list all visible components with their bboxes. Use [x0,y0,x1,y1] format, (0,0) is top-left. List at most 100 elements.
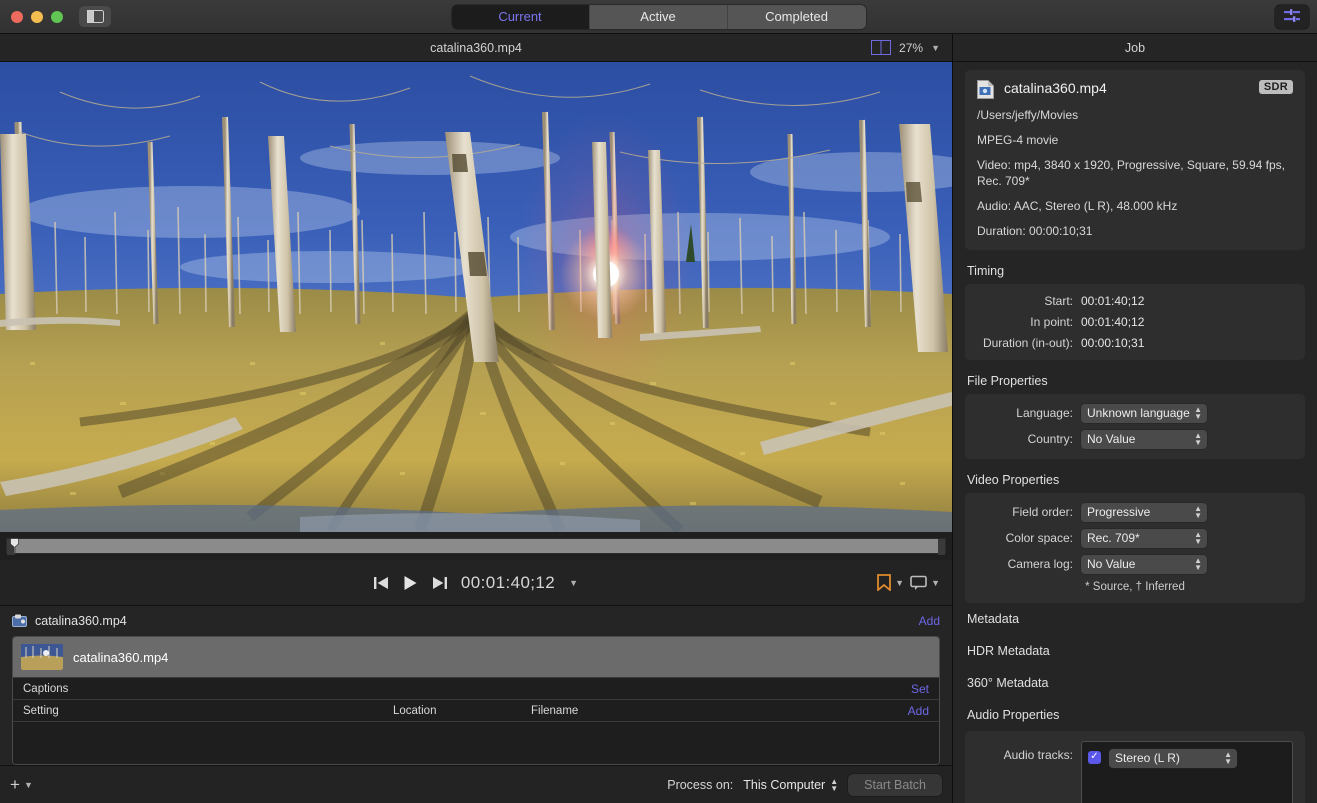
column-setting: Setting [23,705,59,717]
job-list-item[interactable]: catalina360.mp4 [13,637,939,677]
language-row: Language: Unknown language ▲▼ [977,404,1293,423]
stepper-icon: ▲▼ [830,778,838,792]
main-body: catalina360.mp4 27% ▼ [0,34,1317,803]
audio-track-value: Stereo (L R) [1115,751,1180,765]
hdr-metadata-section[interactable]: HDR Metadata [967,635,1305,667]
timing-row-inpoint: In point: 00:01:40;12 [977,315,1293,329]
settings-header-row: Setting Location Filename Add [13,699,939,721]
title-bar: Current Active Completed [0,0,1317,34]
zoom-level-label[interactable]: 27% [899,41,923,55]
batch-icon [12,614,27,628]
tab-active[interactable]: Active [590,5,728,29]
play-icon[interactable] [403,575,418,591]
audio-properties-box: Audio tracks: ✓ Stereo (L R) ▲▼ [965,731,1305,803]
file-properties-section-title: File Properties [967,374,1305,388]
plus-icon: + [10,775,20,795]
start-batch-button[interactable]: Start Batch [848,774,942,796]
stepper-icon: ▲▼ [1194,505,1202,519]
timing-row-duration: Duration (in-out): 00:00:10;31 [977,336,1293,350]
batch-pane: catalina360.mp4 Add [0,606,952,803]
thumbnail-image [21,644,63,670]
file-summary-header: catalina360.mp4 SDR [977,80,1293,99]
out-point-handle[interactable] [938,539,945,555]
add-file-button[interactable]: + ▼ [10,775,33,795]
color-space-value: Rec. 709* [1087,531,1140,545]
marker-chevron-down-icon[interactable]: ▼ [895,578,904,588]
audio-track-select[interactable]: Stereo (L R) ▲▼ [1109,749,1237,768]
close-button[interactable] [11,11,23,23]
scrubber-row [0,532,952,560]
camera-log-row: Camera log: No Value ▲▼ [977,555,1293,574]
inspector-toggle-button[interactable] [1275,5,1309,29]
preview-header: catalina360.mp4 27% ▼ [0,34,952,62]
camera-log-select[interactable]: No Value ▲▼ [1081,555,1207,574]
job-card: catalina360.mp4 Captions Set Setting Loc… [12,636,940,765]
add-chevron-down-icon[interactable]: ▼ [24,780,33,790]
traffic-lights [0,11,63,23]
skip-to-end-icon[interactable] [432,576,447,590]
zoom-button[interactable] [51,11,63,23]
metadata-section[interactable]: Metadata [967,603,1305,635]
tab-completed[interactable]: Completed [728,5,866,29]
status-badge: SDR [1259,80,1293,94]
split-view-icon[interactable] [871,40,891,55]
360-metadata-section[interactable]: 360° Metadata [967,667,1305,699]
color-space-select[interactable]: Rec. 709* ▲▼ [1081,529,1207,548]
video-preview[interactable] [0,62,952,532]
video-frame [0,62,952,532]
audio-properties-section-title[interactable]: Audio Properties [967,699,1305,731]
captions-set-link[interactable]: Set [911,682,929,696]
chevron-down-icon[interactable]: ▼ [931,43,940,53]
sidebar-toggle-button[interactable] [79,6,111,27]
stepper-icon: ▲▼ [1194,557,1202,571]
minimize-button[interactable] [31,11,43,23]
language-select[interactable]: Unknown language ▲▼ [1081,404,1207,423]
compressor-window: Current Active Completed cat [0,0,1317,803]
timeline-scrubber[interactable] [6,538,946,554]
inspector-header-label: Job [1125,41,1145,55]
field-order-select[interactable]: Progressive ▲▼ [1081,503,1207,522]
tab-current-label: Current [498,9,541,24]
timing-duration-label: Duration (in-out): [977,336,1081,350]
video-properties-section-title: Video Properties [967,473,1305,487]
marker-group[interactable]: ▼ [877,574,904,591]
bookmark-icon[interactable] [877,574,891,591]
process-on-label: Process on: [667,778,733,792]
field-order-label: Field order: [977,505,1081,519]
batch-add-link[interactable]: Add [919,614,940,628]
video-properties-box: Field order: Progressive ▲▼ Color space:… [965,493,1305,603]
timing-inpoint-label: In point: [977,315,1081,329]
language-label: Language: [977,406,1081,420]
batch-title: catalina360.mp4 [35,614,911,628]
country-value: No Value [1087,432,1135,446]
audio-tracks-label: Audio tracks: [977,741,1081,762]
comment-bubble-icon[interactable] [910,575,927,591]
timing-section-title: Timing [967,264,1305,278]
comment-chevron-down-icon[interactable]: ▼ [931,578,940,588]
movie-file-icon [977,80,994,99]
stepper-icon: ▲▼ [1224,751,1232,765]
skip-to-start-icon[interactable] [374,576,389,590]
audio-track-checkbox[interactable]: ✓ [1088,751,1101,764]
audio-tracks-list[interactable]: ✓ Stereo (L R) ▲▼ [1081,741,1293,803]
timecode-chevron-down-icon[interactable]: ▼ [569,578,578,588]
audio-tracks-row: Audio tracks: ✓ Stereo (L R) ▲▼ [977,741,1293,803]
timecode-display[interactable]: 00:01:40;12 [461,573,555,593]
process-on-select[interactable]: This Computer ▲▼ [743,778,838,792]
file-summary-box: catalina360.mp4 SDR /Users/jeffy/Movies … [965,70,1305,250]
stepper-icon: ▲▼ [1194,406,1202,420]
playhead-icon[interactable] [10,538,19,555]
process-on-value: This Computer [743,778,825,792]
country-select[interactable]: No Value ▲▼ [1081,430,1207,449]
file-audio-info: Audio: AAC, Stereo (L R), 48.000 kHz [977,199,1293,215]
view-mode-tabs[interactable]: Current Active Completed [452,5,866,29]
comment-group[interactable]: ▼ [910,575,940,591]
file-kind: MPEG-4 movie [977,133,1293,149]
tab-current[interactable]: Current [452,5,590,29]
camera-log-value: No Value [1087,557,1135,571]
settings-add-link[interactable]: Add [908,704,929,718]
batch-bottom-bar: + ▼ Process on: This Computer ▲▼ Start B… [0,765,952,803]
tab-completed-label: Completed [765,9,828,24]
captions-row[interactable]: Captions Set [13,677,939,699]
preview-pane: catalina360.mp4 27% ▼ [0,34,952,803]
